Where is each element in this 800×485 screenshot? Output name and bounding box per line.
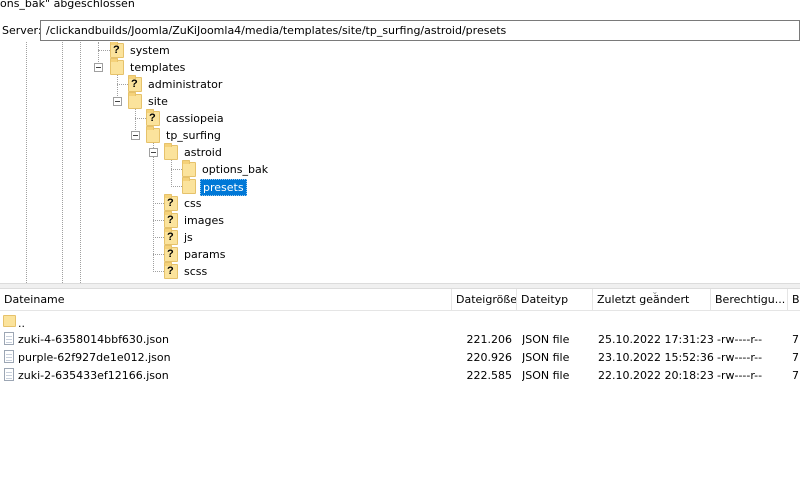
tree-item-label: scss — [184, 265, 208, 278]
file-permissions: -rw----r-- — [717, 333, 763, 346]
folder-icon — [128, 92, 142, 109]
collapse-toggle-astroid[interactable] — [149, 148, 158, 157]
tree-line — [153, 271, 164, 272]
file-name: purple-62f927de1e012.json — [18, 351, 171, 364]
remote-file-list: Dateiname Dateigröße Dateityp ⌄ Zuletzt … — [0, 289, 800, 485]
folder-unknown-icon: ? — [164, 228, 178, 245]
tree-item-label: images — [184, 214, 224, 227]
tree-line — [62, 42, 63, 283]
file-permissions: -rw----r-- — [717, 351, 763, 364]
folder-icon — [146, 126, 160, 143]
file-modified: 22.10.2022 20:18:23 — [598, 369, 714, 382]
column-header-owner[interactable]: B — [788, 289, 800, 311]
tree-line — [117, 84, 128, 85]
file-owner: 7 — [792, 333, 799, 346]
tree-line — [80, 42, 81, 283]
tree-line — [153, 254, 164, 255]
file-size: 221.206 — [466, 333, 513, 346]
folder-unknown-icon: ? — [164, 262, 178, 279]
column-header-filesize[interactable]: Dateigröße — [452, 289, 517, 311]
tree-item-label: site — [148, 95, 168, 108]
folder-icon — [182, 160, 196, 177]
tree-line — [171, 157, 172, 187]
list-item-parent-directory[interactable]: .. — [0, 313, 800, 331]
table-row[interactable]: purple-62f927de1e012.json 220.926 JSON f… — [0, 349, 800, 367]
file-icon — [4, 350, 14, 363]
server-path-bar: Server: /clickandbuilds/Joomla/ZuKiJooml… — [0, 19, 800, 42]
file-name: zuki-2-635433ef12166.json — [18, 369, 169, 382]
sort-descending-icon: ⌄ — [651, 289, 659, 296]
file-icon — [4, 368, 14, 381]
tree-line — [135, 118, 146, 119]
file-name: zuki-4-6358014bbf630.json — [18, 333, 169, 346]
table-row[interactable]: zuki-2-635433ef12166.json 222.585 JSON f… — [0, 367, 800, 385]
folder-up-icon — [3, 315, 16, 327]
folder-unknown-icon: ? — [128, 75, 142, 92]
file-type: JSON file — [522, 369, 570, 382]
table-row[interactable]: zuki-4-6358014bbf630.json 221.206 JSON f… — [0, 331, 800, 349]
tree-item-label: astroid — [184, 146, 222, 159]
tree-line — [98, 50, 110, 51]
tree-item-label: system — [130, 44, 170, 57]
file-owner: 7 — [792, 369, 799, 382]
tree-item-label: css — [184, 197, 202, 210]
file-modified: 23.10.2022 15:52:36 — [598, 351, 714, 364]
file-size: 222.585 — [466, 369, 513, 382]
collapse-toggle-site[interactable] — [113, 97, 122, 106]
file-icon — [4, 332, 14, 345]
file-name: .. — [18, 317, 25, 330]
tree-line — [26, 42, 27, 283]
file-size: 220.926 — [466, 351, 513, 364]
file-modified: 25.10.2022 17:31:23 — [598, 333, 714, 346]
file-type: JSON file — [522, 333, 570, 346]
column-header-modified[interactable]: ⌄ Zuletzt geändert — [593, 289, 711, 311]
column-header-permissions[interactable]: Berechtigu... — [711, 289, 788, 311]
status-message: ons_bak" abgeschlossen — [0, 0, 135, 10]
folder-unknown-icon: ? — [164, 194, 178, 211]
file-type: JSON file — [522, 351, 570, 364]
folder-icon — [182, 177, 196, 194]
tree-line — [171, 169, 182, 170]
tree-line — [153, 220, 164, 221]
column-header-filename[interactable]: Dateiname — [0, 289, 452, 311]
folder-unknown-icon: ? — [164, 211, 178, 228]
file-permissions: -rw----r-- — [717, 369, 763, 382]
tree-line — [153, 237, 164, 238]
remote-directory-tree: ? system templates ? administrator site … — [0, 42, 800, 283]
folder-icon — [110, 58, 124, 75]
collapse-toggle-templates[interactable] — [94, 63, 103, 72]
file-list-header: Dateiname Dateigröße Dateityp ⌄ Zuletzt … — [0, 289, 800, 311]
tree-item-label: administrator — [148, 78, 223, 91]
folder-unknown-icon: ? — [146, 109, 160, 126]
server-path-input[interactable]: /clickandbuilds/Joomla/ZuKiJoomla4/media… — [40, 20, 800, 41]
folder-unknown-icon: ? — [164, 245, 178, 262]
column-header-filetype[interactable]: Dateityp — [517, 289, 593, 311]
folder-unknown-icon: ? — [110, 42, 124, 58]
folder-icon — [164, 143, 178, 160]
tree-item-label: templates — [130, 61, 186, 74]
server-label: Server: — [2, 24, 42, 37]
tree-item-label: presets — [200, 179, 247, 196]
tree-item-label: params — [184, 248, 226, 261]
tree-item-label: options_bak — [202, 163, 269, 176]
tree-item-label: js — [184, 231, 193, 244]
tree-item-label: cassiopeia — [166, 112, 224, 125]
tree-line — [153, 203, 164, 204]
column-header-modified-label: Zuletzt geändert — [597, 293, 690, 306]
file-owner: 7 — [792, 351, 799, 364]
tree-line — [153, 140, 154, 272]
tree-item-label: tp_surfing — [166, 129, 221, 142]
tree-line — [171, 186, 182, 187]
collapse-toggle-tp-surfing[interactable] — [131, 131, 140, 140]
